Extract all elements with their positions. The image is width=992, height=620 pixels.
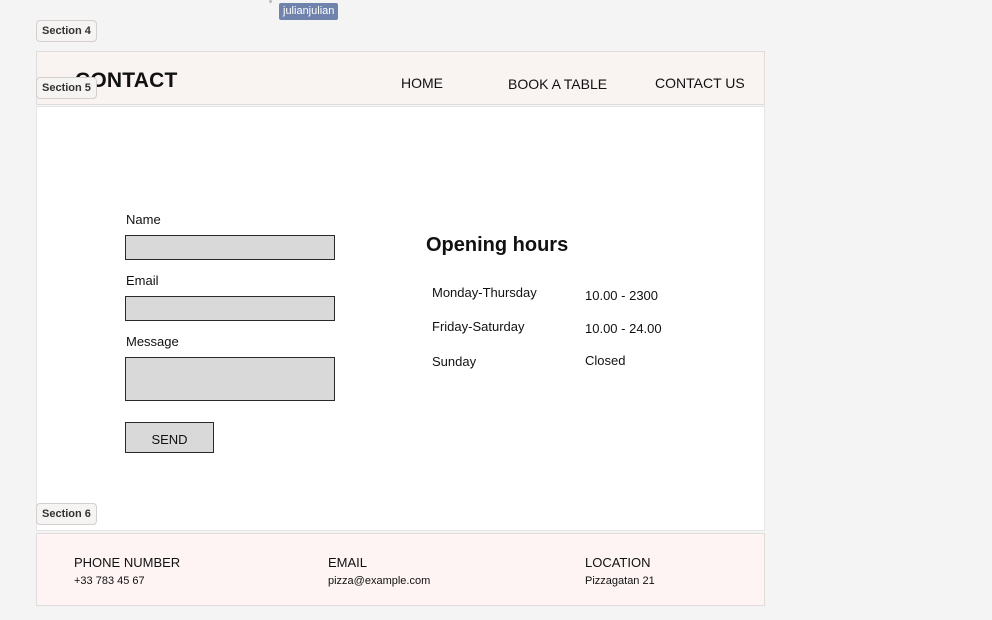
- email-value[interactable]: pizza@example.com: [328, 575, 430, 587]
- hours-day: Friday-Saturday: [432, 319, 525, 334]
- location-label: LOCATION: [585, 555, 651, 570]
- section-label-4[interactable]: Section 4: [36, 20, 97, 42]
- hours-day: Sunday: [432, 354, 477, 369]
- name-input[interactable]: [125, 235, 335, 260]
- hours-row: Monday-Thursday 10.00 - 2300: [432, 285, 692, 305]
- phone-value: +33 783 45 67: [74, 575, 145, 587]
- message-label: Message: [126, 334, 179, 349]
- email-input[interactable]: [125, 296, 335, 321]
- hours-time: 10.00 - 24.00: [585, 321, 662, 336]
- collaborator-cursor-icon: [269, 0, 272, 3]
- email-label: Email: [126, 273, 159, 288]
- name-label: Name: [126, 212, 161, 227]
- hours-day: Monday-Thursday: [432, 285, 537, 300]
- hours-row: Friday-Saturday 10.00 - 24.00: [432, 319, 692, 339]
- section-label-5[interactable]: Section 5: [36, 77, 97, 99]
- section-label-6[interactable]: Section 6: [36, 503, 97, 525]
- collaborator-name-tag: julianjulian: [279, 3, 339, 20]
- hours-time: Closed: [585, 353, 626, 368]
- contact-main-section: Name Email Message SEND Opening hours Mo…: [36, 106, 765, 531]
- hours-time: 10.00 - 2300: [585, 288, 659, 303]
- location-value: Pizzagatan 21: [585, 575, 655, 587]
- site-header: CONTACT HOME BOOK A TABLE CONTACT US: [36, 51, 765, 105]
- nav-book-a-table-link[interactable]: BOOK A TABLE: [508, 76, 607, 92]
- send-button[interactable]: SEND: [125, 422, 214, 453]
- hours-row: Sunday Closed: [432, 353, 692, 374]
- site-footer: PHONE NUMBER +33 783 45 67 EMAIL pizza@e…: [36, 533, 765, 606]
- nav-home-link[interactable]: HOME: [401, 75, 443, 91]
- nav-contact-us-link[interactable]: CONTACT US: [655, 75, 745, 91]
- phone-label: PHONE NUMBER: [74, 555, 181, 570]
- email-heading: EMAIL: [328, 555, 368, 570]
- opening-hours-title: Opening hours: [426, 234, 569, 256]
- message-textarea[interactable]: [125, 357, 335, 401]
